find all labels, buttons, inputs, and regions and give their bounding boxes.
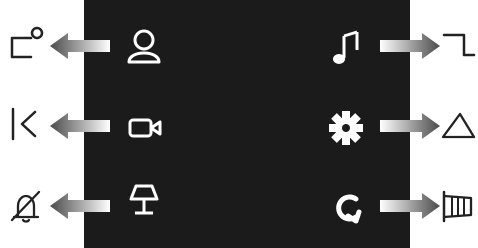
projector-screen-icon bbox=[440, 188, 476, 224]
right-arrow bbox=[380, 112, 440, 140]
left-arrow bbox=[50, 32, 110, 60]
left-angle-bracket-icon bbox=[8, 106, 44, 142]
refresh-icon[interactable] bbox=[326, 188, 366, 228]
left-arrow bbox=[50, 192, 110, 220]
diagram-stage bbox=[0, 0, 478, 248]
right-arrow bbox=[380, 32, 440, 60]
right-arrow bbox=[380, 192, 440, 220]
gear-icon[interactable] bbox=[326, 108, 366, 148]
lamp-icon[interactable] bbox=[124, 182, 164, 222]
bell-off-icon bbox=[8, 188, 44, 224]
triangle-icon bbox=[440, 108, 476, 144]
window-corner-dot-icon bbox=[8, 26, 44, 62]
left-arrow bbox=[50, 112, 110, 140]
user-icon[interactable] bbox=[124, 28, 164, 68]
step-line-icon bbox=[440, 26, 476, 62]
camera-icon[interactable] bbox=[124, 108, 164, 148]
music-note-icon[interactable] bbox=[327, 28, 367, 68]
